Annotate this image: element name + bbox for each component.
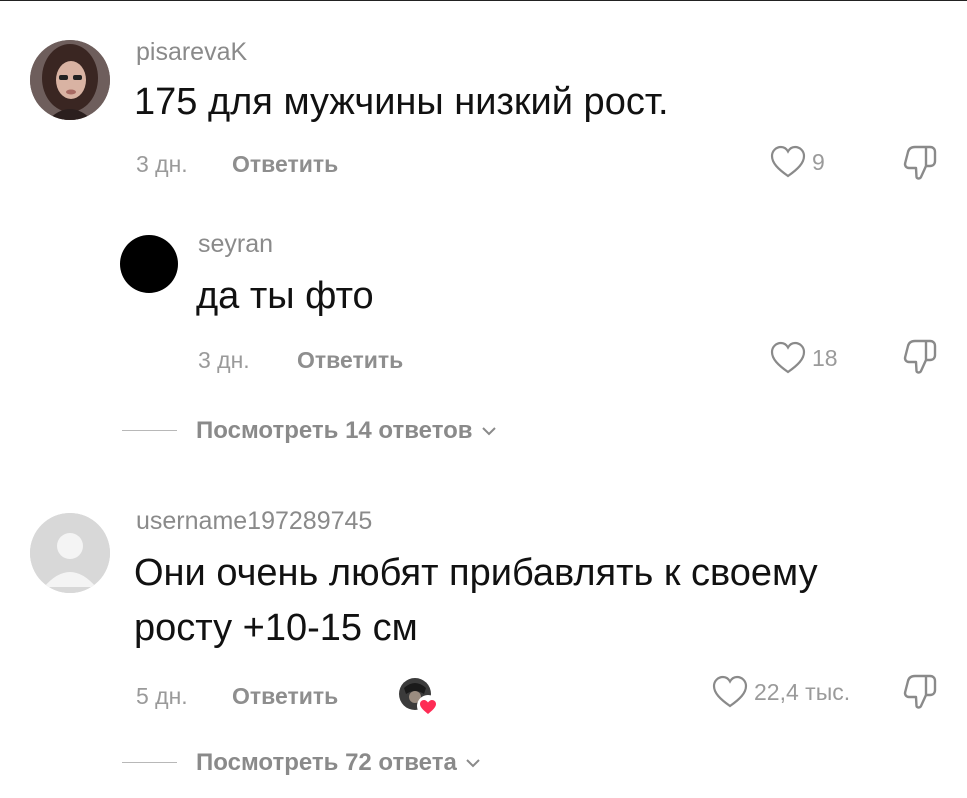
- avatar-photo: [30, 40, 110, 120]
- comment-username[interactable]: pisarevaK: [136, 38, 247, 67]
- like-button[interactable]: 9: [770, 145, 825, 179]
- heart-outline-icon: [770, 145, 806, 178]
- comment-text: 175 для мужчины низкий рост.: [134, 81, 669, 123]
- avatar[interactable]: [30, 40, 110, 120]
- reply-button[interactable]: Ответить: [232, 151, 338, 178]
- like-count: 9: [812, 148, 825, 175]
- default-avatar-icon: [30, 513, 110, 593]
- view-replies-button[interactable]: Посмотреть 72 ответа: [196, 749, 481, 777]
- reply-button[interactable]: Ответить: [232, 683, 338, 710]
- comment-text-line: росту +10-15 см: [134, 607, 418, 649]
- like-button[interactable]: 22,4 тыс.: [712, 675, 850, 709]
- avatar[interactable]: [120, 235, 178, 293]
- comment-username[interactable]: seyran: [198, 230, 273, 259]
- thumbs-down-outline-icon: [903, 674, 937, 709]
- thumbs-down-outline-icon: [903, 145, 937, 180]
- view-replies-label: Посмотреть 14 ответов: [196, 417, 473, 444]
- comment-time: 3 дн.: [136, 151, 188, 177]
- view-replies-divider: [122, 762, 177, 763]
- avatar[interactable]: [30, 513, 110, 593]
- thumbs-down-outline-icon: [903, 339, 937, 374]
- heart-outline-icon: [770, 341, 806, 374]
- dislike-button[interactable]: [902, 338, 938, 381]
- comment-time: 3 дн.: [198, 347, 250, 373]
- dislike-button[interactable]: [902, 673, 938, 716]
- view-replies-button[interactable]: Посмотреть 14 ответов: [196, 417, 497, 445]
- comment-text: да ты фто: [196, 275, 374, 317]
- comment-time: 5 дн.: [136, 683, 188, 709]
- creator-liked-heart-icon: [399, 678, 439, 717]
- comment-text-line: Они очень любят прибавлять к своему: [134, 552, 818, 594]
- view-replies-label: Посмотреть 72 ответа: [196, 749, 457, 776]
- comment-username[interactable]: username197289745: [136, 507, 372, 536]
- chevron-down-icon: [466, 759, 480, 768]
- like-count: 22,4 тыс.: [754, 678, 851, 705]
- creator-liked-badge: [398, 676, 439, 717]
- chevron-down-icon: [481, 427, 496, 436]
- top-divider: [0, 0, 967, 1]
- like-count: 18: [812, 344, 838, 371]
- view-replies-divider: [122, 430, 177, 431]
- dislike-button[interactable]: [902, 144, 938, 187]
- like-button[interactable]: 18: [770, 341, 838, 375]
- reply-button[interactable]: Ответить: [297, 347, 403, 374]
- heart-outline-icon: [712, 675, 748, 708]
